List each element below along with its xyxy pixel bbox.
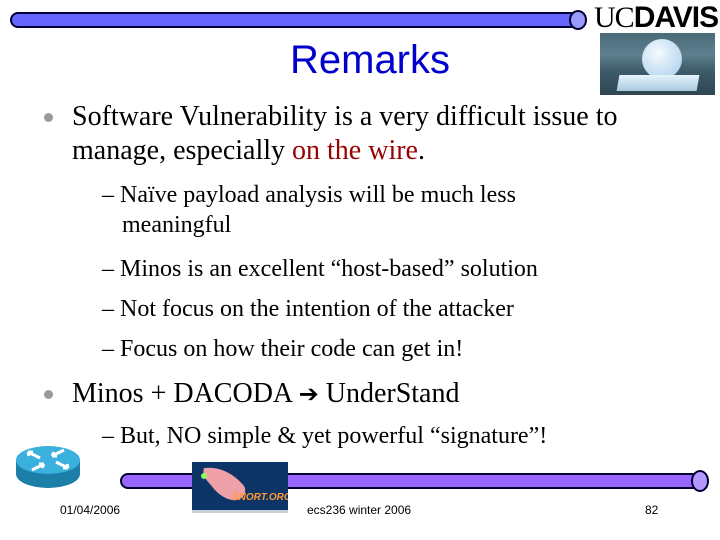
logo-uc: UC (594, 1, 635, 34)
bullet-2-end: UnderStand (318, 378, 460, 409)
sub-bullet-1-1: – Naïve payload analysis will be much le… (102, 182, 516, 238)
logo-davis: DAVIS (633, 1, 719, 34)
bullet-dot-icon (44, 390, 53, 399)
top-decorative-bar (10, 12, 582, 28)
bullet-dot-icon (44, 113, 53, 122)
top-bar-end-cap (569, 10, 587, 30)
svg-text:SNORT.ORG: SNORT.ORG (232, 492, 288, 503)
sub-bullet-1-3: – Not focus on the intention of the atta… (102, 296, 514, 322)
ucdavis-logo: UCDAVIS (594, 0, 720, 36)
snort-logo: SNORT.ORG (192, 462, 292, 513)
sub-bullet-1-4: – Focus on how their code can get in! (102, 336, 464, 362)
bullet-2-text: Minos + DACODA ➔ UnderStand (72, 377, 459, 411)
page-number: 82 (645, 503, 659, 517)
bullet-2-main: Minos + DACODA (72, 378, 299, 409)
right-arrow-icon: ➔ (298, 380, 319, 408)
footer-course: ecs236 winter 2006 (307, 503, 412, 517)
bullet-1-text: Software Vulnerability is a very difficu… (72, 100, 692, 168)
slide-title: Remarks (289, 38, 451, 82)
footer-date: 01/04/2006 (60, 503, 121, 517)
bullet-1-highlight: on the wire (292, 135, 418, 166)
bottom-bar-end-cap (691, 470, 709, 492)
bullet-1-end: . (417, 135, 425, 166)
router-icon (16, 446, 80, 488)
sub-bullet-2-1: – But, NO simple & yet powerful “signatu… (102, 423, 548, 449)
sub-bullet-1-2: – Minos is an excellent “host-based” sol… (102, 256, 538, 282)
